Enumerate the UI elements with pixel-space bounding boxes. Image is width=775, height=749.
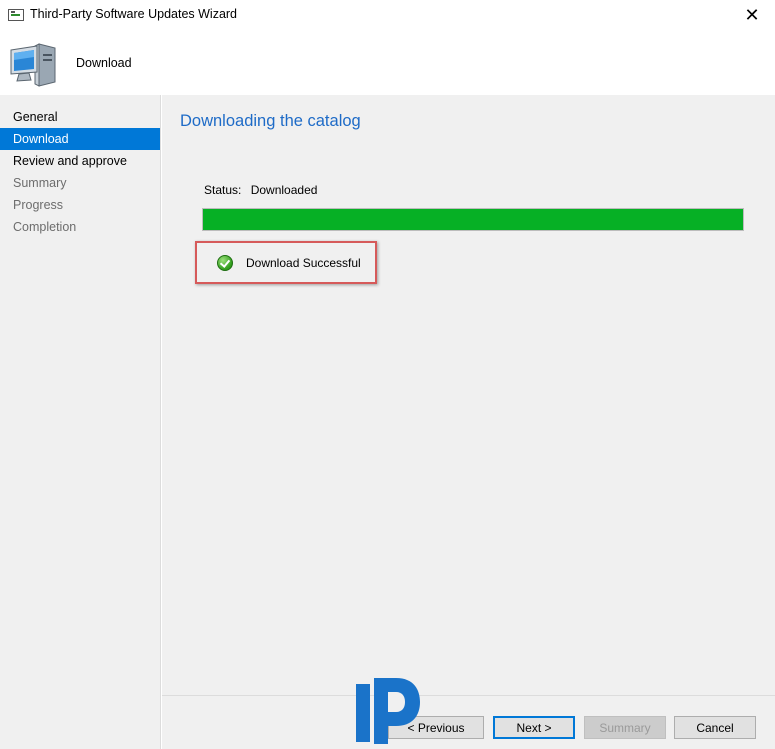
nav-step-review-and-approve[interactable]: Review and approve [0, 150, 160, 172]
cancel-button[interactable]: Cancel [674, 716, 756, 739]
title-bar: Third-Party Software Updates Wizard ✕ [0, 0, 775, 30]
nav-step-download[interactable]: Download [0, 128, 160, 150]
status-label: Status: [204, 183, 242, 197]
status-line: Status: Downloaded [204, 183, 317, 197]
nav-step-general[interactable]: General [0, 106, 160, 128]
nav-step-summary: Summary [13, 176, 67, 190]
header-title: Download [76, 56, 132, 70]
nav-step-progress: Progress [13, 198, 64, 212]
window-title: Third-Party Software Updates Wizard [30, 7, 238, 21]
close-icon: ✕ [744, 4, 760, 25]
page-heading: Downloading the catalog [180, 112, 361, 130]
summary-button: Summary [584, 716, 666, 739]
wizard-header: Download [0, 30, 775, 95]
close-button[interactable]: ✕ [729, 0, 775, 30]
download-progress-bar [202, 208, 744, 231]
wizard-content: Downloading the catalog Status: Download… [162, 95, 775, 695]
check-circle-icon [217, 255, 233, 271]
computer-icon [10, 43, 56, 87]
progress-fill [203, 209, 743, 230]
status-value: Downloaded [250, 183, 318, 197]
wizard-window-icon [8, 9, 24, 21]
next-button[interactable]: Next > [493, 716, 575, 739]
watermark-logo-icon [356, 678, 420, 744]
wizard-footer: < Previous Next > Summary Cancel [162, 695, 775, 749]
download-result-highlight: Download Successful [195, 241, 377, 284]
nav-step-completion: Completion [13, 220, 77, 234]
download-result-text: Download Successful [246, 256, 361, 270]
wizard-step-nav: General Download Review and approve Summ… [0, 95, 161, 749]
